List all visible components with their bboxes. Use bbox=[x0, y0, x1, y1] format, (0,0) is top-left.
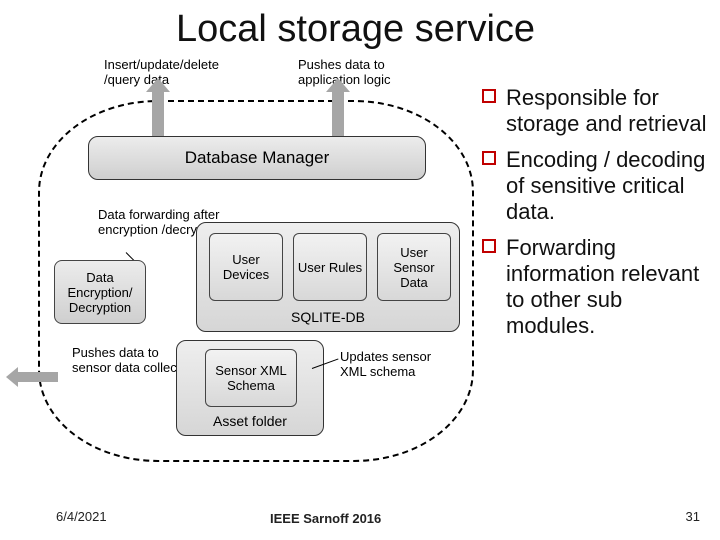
annotation-updates-schema: Updates sensor XML schema bbox=[340, 350, 455, 380]
arrow-up-icon bbox=[152, 90, 164, 136]
footer-date: 6/4/2021 bbox=[56, 509, 107, 524]
bullet-item: Encoding / decoding of sensitive critica… bbox=[482, 147, 712, 225]
block-sqlite-db: User Devices User Rules User Sensor Data… bbox=[196, 222, 460, 332]
arrow-up-icon bbox=[332, 90, 344, 136]
footer-conference-text: IEEE Sarnoff 2016 bbox=[270, 511, 381, 526]
bullet-square-icon bbox=[482, 151, 496, 165]
annotation-push-sdc: Pushes data to sensor data collector bbox=[72, 346, 192, 376]
bullet-square-icon bbox=[482, 89, 496, 103]
bullet-item: Responsible for storage and retrieval bbox=[482, 85, 712, 137]
bullet-text: Encoding / decoding of sensitive critica… bbox=[506, 147, 705, 224]
bullet-text: Responsible for storage and retrieval bbox=[506, 85, 707, 136]
bullet-list: Responsible for storage and retrieval En… bbox=[482, 85, 712, 349]
footer-conference: IEEE Sarnoff 2016 bbox=[270, 511, 381, 526]
bullet-item: Forwarding information relevant to other… bbox=[482, 235, 712, 339]
bullet-text: Forwarding information relevant to other… bbox=[506, 235, 699, 338]
bullet-square-icon bbox=[482, 239, 496, 253]
sqlite-item-user-sensor-data: User Sensor Data bbox=[377, 233, 451, 301]
block-encryption: Data Encryption/ Decryption bbox=[54, 260, 146, 324]
page-title: Local storage service bbox=[176, 8, 535, 51]
sqlite-label: SQLITE-DB bbox=[197, 309, 459, 325]
asset-item-sensor-xml-schema: Sensor XML Schema bbox=[205, 349, 297, 407]
annotation-push-app: Pushes data to application logic bbox=[298, 58, 408, 88]
block-asset-folder: Sensor XML Schema Asset folder bbox=[176, 340, 324, 436]
block-database-manager: Database Manager bbox=[88, 136, 426, 180]
footer-page-number: 31 bbox=[686, 509, 700, 524]
sqlite-item-user-rules: User Rules bbox=[293, 233, 367, 301]
asset-label: Asset folder bbox=[177, 413, 323, 429]
sqlite-item-user-devices: User Devices bbox=[209, 233, 283, 301]
arrow-left-icon bbox=[18, 372, 58, 382]
